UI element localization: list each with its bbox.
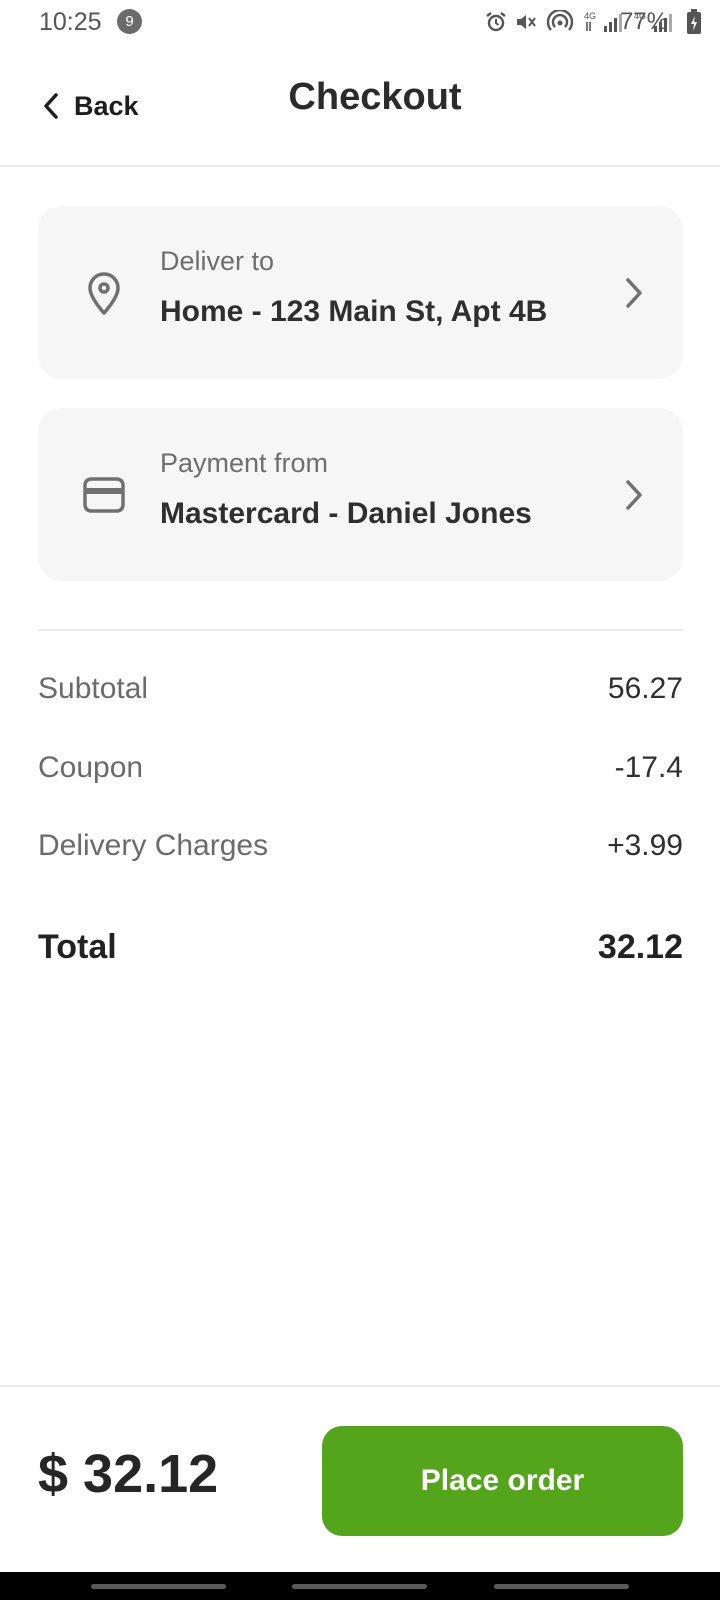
total-label: Total	[38, 928, 117, 966]
coupon-label: Coupon	[38, 751, 144, 784]
delivery-charges-row: Delivery Charges +3.99	[38, 829, 683, 863]
subtotal-label: Subtotal	[38, 672, 149, 705]
nav-home-handle[interactable]	[292, 1584, 427, 1589]
checkout-footer: $ 32.12 Place order	[0, 1385, 720, 1572]
alarm-icon	[486, 12, 506, 32]
delivery-address-card[interactable]: Deliver to Home - 123 Main St, Apt 4B	[38, 206, 683, 379]
place-order-button[interactable]: Place order	[322, 1426, 683, 1536]
system-nav-bar	[0, 1572, 720, 1600]
total-row: Total 32.12	[38, 928, 683, 967]
payment-method: Mastercard - Daniel Jones	[160, 497, 532, 530]
battery-percent: 77%	[619, 8, 668, 35]
delivery-charges-value: +3.99	[607, 829, 683, 862]
credit-card-icon	[83, 477, 125, 513]
footer-total-price: $ 32.12	[38, 1444, 219, 1504]
notification-count-badge: 9	[117, 9, 142, 34]
header: Back Checkout	[0, 44, 720, 167]
subtotal-value: 56.27	[607, 672, 683, 705]
signal-4g-icon: 4G	[584, 11, 622, 32]
delivery-charges-label: Delivery Charges	[38, 829, 269, 862]
coupon-row: Coupon -17.4	[38, 751, 683, 785]
battery-charging-icon	[687, 9, 701, 34]
nav-recents-handle[interactable]	[91, 1584, 226, 1589]
mute-icon	[517, 15, 536, 29]
coupon-value: -17.4	[614, 751, 683, 784]
svg-text:4G: 4G	[584, 11, 596, 21]
hotspot-icon	[546, 10, 574, 31]
total-value: 32.12	[597, 928, 683, 966]
location-pin-icon	[88, 272, 120, 315]
delivery-address: Home - 123 Main St, Apt 4B	[160, 295, 548, 328]
status-bar: 10:25 9 4G 4G 77%	[0, 0, 720, 44]
status-time: 10:25	[39, 8, 102, 36]
payment-method-card[interactable]: Payment from Mastercard - Daniel Jones	[38, 408, 683, 581]
nav-back-handle[interactable]	[494, 1584, 629, 1589]
chevron-right-icon	[626, 480, 642, 510]
chevron-right-icon	[626, 278, 642, 308]
status-icons: 4G 4G 77%	[400, 6, 720, 36]
page-title: Checkout	[288, 76, 462, 118]
payment-label: Payment from	[160, 448, 329, 478]
divider	[38, 629, 683, 631]
delivery-label: Deliver to	[160, 246, 275, 276]
subtotal-row: Subtotal 56.27	[38, 672, 683, 706]
